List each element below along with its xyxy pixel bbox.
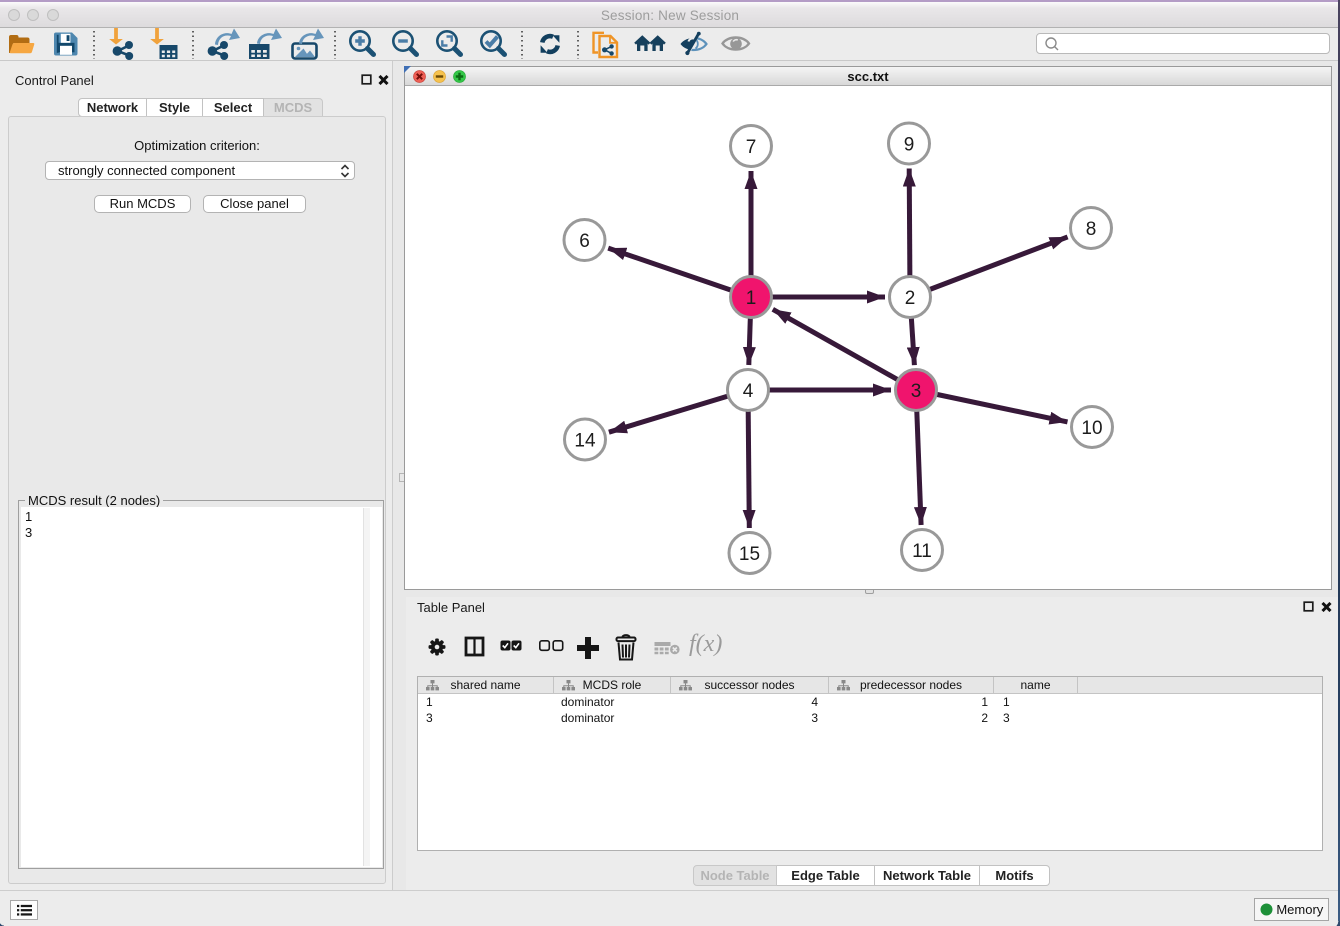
svg-text:6: 6 [579,231,590,252]
svg-text:14: 14 [574,431,596,452]
svg-text:2: 2 [905,288,916,309]
svg-text:8: 8 [1086,219,1097,240]
svg-text:4: 4 [743,381,754,402]
svg-text:3: 3 [911,381,922,402]
svg-text:1: 1 [746,288,757,309]
svg-text:7: 7 [746,137,757,158]
svg-text:9: 9 [904,135,915,156]
svg-text:15: 15 [739,544,760,565]
svg-text:10: 10 [1081,418,1102,439]
svg-text:11: 11 [912,541,932,562]
